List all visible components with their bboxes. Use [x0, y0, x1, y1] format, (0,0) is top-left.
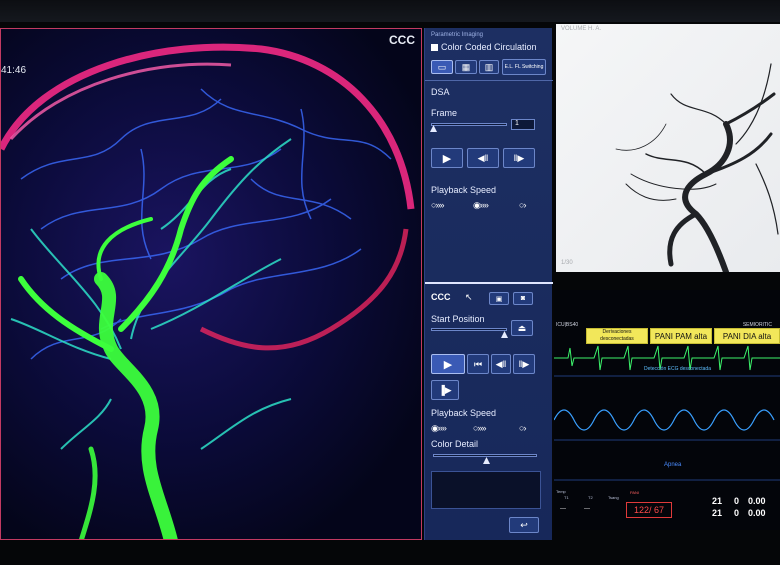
color-detail-slider[interactable] [433, 454, 537, 457]
ccc-title: CCC [431, 292, 451, 302]
dsa-step-forward-button[interactable]: ‖▶ [503, 148, 535, 168]
temp-label: Temp [556, 489, 566, 494]
switching-button[interactable]: E.L. FL Switching [502, 59, 546, 75]
tsang-label: Tsang [608, 495, 619, 500]
layout-single-button[interactable]: ▭ [431, 60, 453, 74]
resp-value-b: 21 [712, 508, 723, 518]
frame-slider-knob[interactable] [430, 125, 437, 132]
temp-value: --- [560, 506, 566, 512]
start-position-label: Start Position [431, 314, 485, 324]
ecg-note: Detección ECG desconectada [644, 366, 711, 372]
dsa-play-button[interactable]: ▶ [431, 148, 463, 168]
value-c: 0 [734, 496, 740, 506]
screen-bezel [0, 0, 780, 22]
dsa-speed-slow-radio[interactable]: ○› [519, 200, 526, 210]
dsa-title: DSA [431, 87, 450, 97]
viewer-mode-label: CCC [389, 33, 415, 47]
layout-split-button[interactable]: ▥ [479, 60, 499, 74]
nibp-value: 122/ 67 [626, 502, 672, 518]
dsa-speed-fast-radio[interactable]: ○»» [431, 200, 444, 210]
start-position-knob[interactable] [501, 331, 508, 338]
dsa-speed-faster-radio[interactable]: ◉»» [473, 200, 489, 211]
ccc-loop-button[interactable]: ▐▶ [431, 380, 459, 400]
vessel-map [1, 43, 415, 539]
t2-label: T2 [588, 495, 593, 500]
nibp-label: PANI [630, 490, 640, 495]
start-position-set-button[interactable]: ⏏ [511, 320, 533, 336]
ccc-playback-speed-label: Playback Speed [431, 408, 497, 418]
color-legend-box [431, 471, 541, 509]
color-detail-label: Color Detail [431, 439, 479, 449]
xray-caption-top: VOLUME H. A. [561, 26, 602, 32]
color-coded-label: Color Coded Circulation [441, 42, 537, 52]
value-f: 0.00 [748, 508, 766, 518]
ccc-first-button[interactable]: ⏮ [467, 354, 489, 374]
monitor-screen: CCC 41:46 Parametric Imaging Color Coded… [0, 0, 780, 565]
save-icon[interactable]: ▣ [489, 292, 509, 305]
frame-slider[interactable] [431, 123, 507, 126]
xray-vessels [615, 63, 779, 272]
start-position-slider[interactable] [431, 328, 507, 331]
ccc-play-button[interactable]: ▶ [431, 354, 465, 374]
ccc-speed-fast-radio[interactable]: ◉»» [431, 423, 447, 434]
xray-reference-image[interactable]: VOLUME H. A. 1/30 [556, 24, 780, 272]
ccc-step-forward-button[interactable]: ‖▶ [513, 354, 535, 374]
color-detail-knob[interactable] [483, 457, 490, 464]
ccc-speed-faster-radio[interactable]: ○»» [473, 423, 486, 433]
t1-label: T1 [564, 495, 569, 500]
ccc-step-back-button[interactable]: ◀‖ [491, 354, 511, 374]
dsa-step-back-button[interactable]: ◀‖ [467, 148, 499, 168]
value-d: 0 [734, 508, 740, 518]
patient-monitor: ICU|BS40 SEMIORITIC Derivaciones descone… [554, 290, 780, 530]
camera-icon[interactable]: ◙ [513, 292, 533, 305]
apnea-label: Apnea [664, 462, 682, 468]
t2-value: --- [584, 506, 590, 512]
ccc-speed-slow-radio[interactable]: ○› [519, 423, 526, 433]
angiography-viewer[interactable]: CCC 41:46 [0, 28, 422, 540]
layout-grid-button[interactable]: ▦ [455, 60, 477, 74]
checkbox[interactable] [431, 43, 438, 51]
viewer-time-label: 41:46 [1, 65, 27, 76]
color-coded-checkbox-row[interactable]: Color Coded Circulation [431, 42, 537, 52]
frame-input[interactable]: 1 [511, 119, 535, 130]
separator [425, 80, 553, 81]
waveforms [554, 345, 780, 481]
control-panel: Parametric Imaging Color Coded Circulati… [424, 28, 553, 540]
dsa-playback-speed-label: Playback Speed [431, 185, 497, 195]
value-e: 0.00 [748, 496, 766, 506]
parametric-imaging-label: Parametric Imaging [431, 32, 484, 38]
xray-caption-bottom: 1/30 [561, 260, 573, 266]
return-icon[interactable]: ↩ [509, 517, 539, 533]
section-divider [425, 282, 553, 284]
cursor-icon: ↖ [465, 292, 473, 302]
resp-value-a: 21 [712, 496, 723, 506]
frame-label: Frame [431, 108, 458, 118]
